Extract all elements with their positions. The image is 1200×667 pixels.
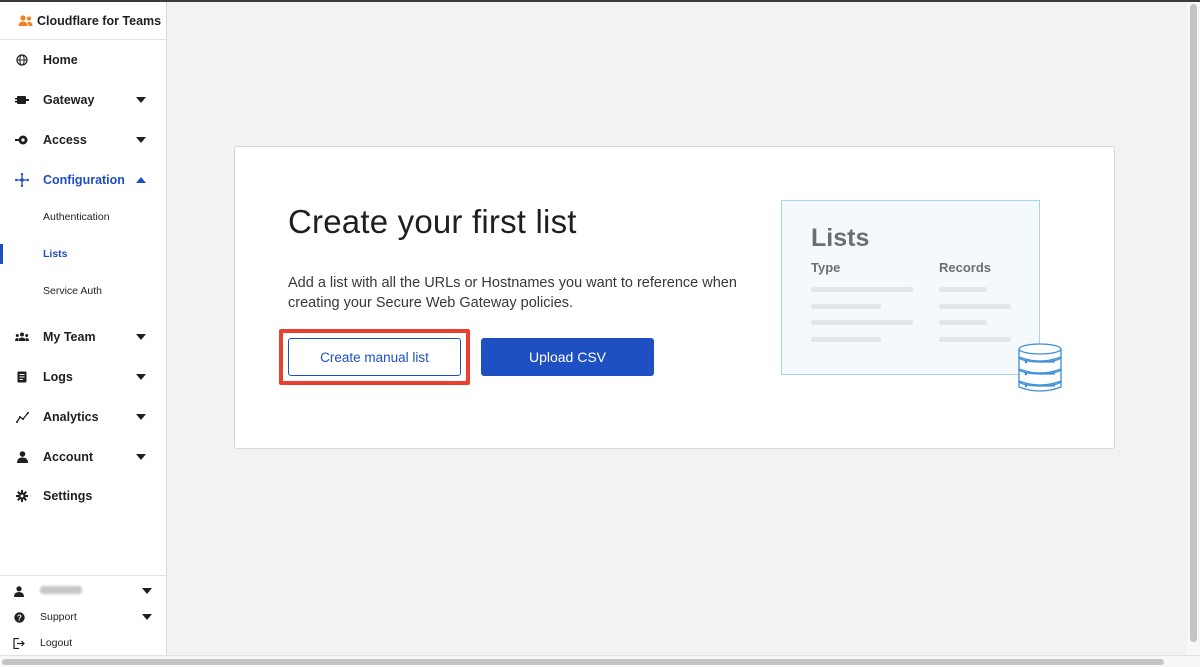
- sidebar-item-home[interactable]: Home: [0, 45, 166, 75]
- chevron-up-icon: [136, 177, 146, 183]
- logout-label: Logout: [40, 637, 73, 649]
- placeholder-bar: [811, 287, 913, 292]
- sidebar-item-label: Configuration: [43, 173, 125, 187]
- sidebar-item-my-team[interactable]: My Team: [0, 322, 166, 352]
- sidebar-item-label: My Team: [43, 330, 96, 344]
- sidebar: Cloudflare for Teams Home Gateway Access…: [0, 2, 167, 655]
- user-menu[interactable]: [0, 579, 166, 603]
- sidebar-subitem-label: Authentication: [43, 211, 110, 223]
- configuration-icon: [15, 173, 29, 187]
- upload-csv-button[interactable]: Upload CSV: [481, 338, 654, 376]
- sidebar-item-label: Settings: [43, 489, 93, 503]
- sidebar-item-configuration[interactable]: Configuration: [0, 165, 166, 195]
- sidebar-item-label: Home: [43, 53, 78, 67]
- logs-icon: [15, 370, 29, 384]
- sidebar-subitem-label: Service Auth: [43, 285, 102, 297]
- sidebar-subitem-lists[interactable]: Lists: [0, 241, 166, 267]
- lists-illustration: Lists Type Records: [781, 200, 1040, 375]
- app-title: Cloudflare for Teams: [37, 13, 162, 28]
- svg-text:?: ?: [17, 613, 22, 622]
- chevron-down-icon: [136, 414, 146, 420]
- chevron-down-icon: [136, 97, 146, 103]
- gateway-icon: [15, 93, 29, 107]
- vertical-scrollbar-thumb[interactable]: [1190, 4, 1197, 642]
- sidebar-item-analytics[interactable]: Analytics: [0, 402, 166, 432]
- sidebar-subitem-authentication[interactable]: Authentication: [0, 204, 166, 230]
- account-icon: [15, 450, 29, 464]
- user-icon: [13, 585, 25, 597]
- illustration-column-records: Records: [939, 260, 992, 275]
- vertical-scrollbar[interactable]: [1187, 2, 1200, 657]
- empty-state-card: Create your first list Add a list with a…: [234, 146, 1115, 449]
- sidebar-item-label: Analytics: [43, 410, 99, 424]
- placeholder-bar: [811, 320, 913, 325]
- team-icon: [15, 330, 29, 344]
- illustration-column-type: Type: [811, 260, 841, 275]
- logout-link[interactable]: Logout: [0, 631, 166, 655]
- gear-icon: [15, 489, 29, 503]
- placeholder-bar: [811, 337, 881, 342]
- access-icon: [15, 133, 29, 147]
- horizontal-scrollbar-thumb[interactable]: [2, 659, 1164, 665]
- support-label: Support: [40, 611, 77, 623]
- analytics-icon: [15, 410, 29, 424]
- horizontal-scrollbar[interactable]: [0, 655, 1200, 667]
- chevron-down-icon: [136, 334, 146, 340]
- empty-state-description: Add a list with all the URLs or Hostname…: [288, 275, 737, 311]
- sidebar-item-label: Logs: [43, 370, 73, 384]
- placeholder-bar: [939, 304, 1011, 309]
- sidebar-subitem-label: Lists: [43, 248, 68, 260]
- chevron-down-icon: [142, 588, 152, 594]
- help-icon: ?: [13, 611, 25, 623]
- placeholder-bar: [811, 304, 881, 309]
- chevron-down-icon: [136, 374, 146, 380]
- user-email-redacted: [40, 585, 82, 597]
- logout-icon: [13, 637, 25, 649]
- sidebar-item-label: Access: [43, 133, 87, 147]
- placeholder-bar: [939, 287, 987, 292]
- sidebar-item-gateway[interactable]: Gateway: [0, 85, 166, 115]
- page-title: Create your first list: [288, 203, 577, 240]
- sidebar-item-settings[interactable]: Settings: [0, 481, 166, 511]
- sidebar-item-account[interactable]: Account: [0, 442, 166, 472]
- illustration-title: Lists: [811, 224, 870, 252]
- sidebar-item-label: Account: [43, 450, 93, 464]
- chevron-down-icon: [136, 454, 146, 460]
- database-icon: [1018, 343, 1062, 392]
- brand-header[interactable]: Cloudflare for Teams: [0, 2, 166, 40]
- support-menu[interactable]: ? Support: [0, 605, 166, 629]
- sidebar-item-access[interactable]: Access: [0, 125, 166, 155]
- chevron-down-icon: [136, 137, 146, 143]
- placeholder-bar: [939, 320, 987, 325]
- sidebar-item-logs[interactable]: Logs: [0, 362, 166, 392]
- globe-icon: [15, 53, 29, 67]
- placeholder-bar: [939, 337, 1011, 342]
- create-manual-list-button[interactable]: Create manual list: [288, 338, 461, 376]
- sidebar-subitem-service-auth[interactable]: Service Auth: [0, 278, 166, 304]
- team-logo-icon: [18, 14, 33, 26]
- sidebar-item-label: Gateway: [43, 93, 95, 107]
- chevron-down-icon: [142, 614, 152, 620]
- window-top-border: [0, 0, 1200, 2]
- sidebar-footer: ? Support Logout: [0, 575, 166, 655]
